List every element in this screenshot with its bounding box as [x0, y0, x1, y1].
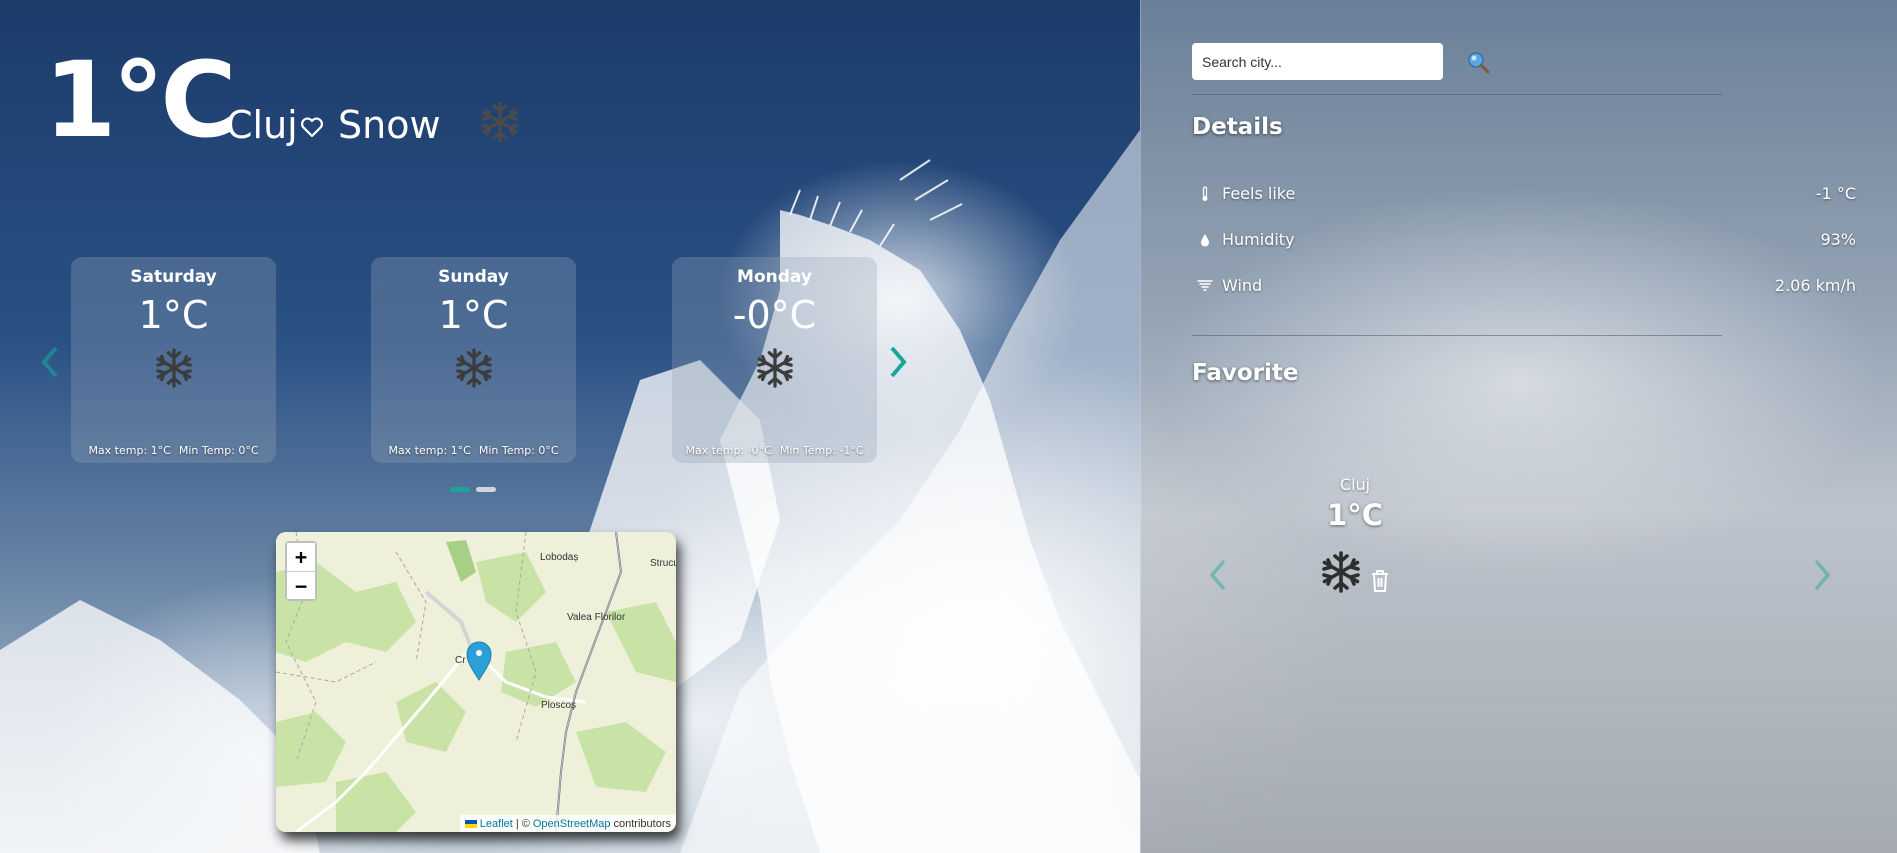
favorite-heart-icon[interactable]: [300, 116, 324, 138]
zoom-in-button[interactable]: +: [287, 543, 315, 571]
forecast-minmax: Max temp: 1°C Min Temp: 0°C: [371, 444, 576, 457]
ukraine-flag-icon: [464, 819, 477, 828]
panel-divider: [1192, 94, 1722, 95]
forecast-max-temp: Max temp: 1°C: [388, 444, 471, 457]
map-place-label: Valea Florilor: [567, 612, 626, 623]
detail-label: Wind: [1222, 276, 1263, 295]
forecast-pagination: [450, 487, 496, 492]
forecast-minmax: Max temp: 1°C Min Temp: 0°C: [71, 444, 276, 457]
forecast-day: Monday: [737, 267, 812, 287]
attribution-separator: | ©: [515, 817, 530, 830]
forecast-max-temp: Max temp: 1°C: [88, 444, 171, 457]
favorite-temp: 1°C: [1327, 498, 1383, 532]
delete-favorite-icon[interactable]: [1369, 568, 1391, 594]
search-bar: [1192, 43, 1491, 80]
zoom-out-button[interactable]: −: [287, 571, 315, 599]
map-tiles: [276, 532, 676, 832]
favorite-card[interactable]: Cluj 1°C: [1300, 475, 1410, 598]
detail-row-feels-like: Feels like -1 °C: [1196, 184, 1856, 203]
forecast-prev-button[interactable]: [36, 340, 66, 384]
map-zoom-control: + −: [285, 541, 317, 601]
current-city: Cluj: [226, 103, 298, 147]
search-input[interactable]: [1192, 43, 1443, 80]
snowflake-icon: [155, 348, 192, 388]
snowflake-icon: [1322, 551, 1361, 593]
map-place-label: Cr: [455, 655, 466, 666]
map-place-label: Ploscoș: [541, 700, 577, 711]
map-attribution: Leaflet | © OpenStreetMap contributors: [459, 815, 676, 832]
attribution-contributors: contributors: [613, 817, 671, 830]
snowflake-icon: [455, 348, 492, 388]
forecast-min-temp: Min Temp: 0°C: [478, 444, 559, 457]
forecast-day: Sunday: [438, 267, 509, 287]
current-temperature: 1°C: [44, 39, 237, 161]
forecast-temp: 1°C: [138, 293, 209, 337]
search-button[interactable]: [1465, 49, 1491, 75]
search-icon: [1468, 51, 1490, 73]
forecast-min-temp: Min Temp: -1°C: [779, 444, 864, 457]
panel-divider: [1192, 335, 1722, 336]
forecast-next-button[interactable]: [882, 340, 912, 384]
favorite-prev-button[interactable]: [1204, 555, 1234, 595]
map-marker-icon[interactable]: [466, 641, 492, 681]
current-condition: Snow: [338, 103, 441, 147]
map-place-label: Lobodaș: [540, 552, 579, 563]
detail-row-wind: Wind 2.06 km/h: [1196, 276, 1856, 295]
forecast-card: Sunday 1°C Max temp: 1°C Min Temp: 0°C: [371, 257, 576, 463]
forecast-card: Monday -0°C Max temp: -0°C Min Temp: -1°C: [672, 257, 877, 463]
forecast-minmax: Max temp: -0°C Min Temp: -1°C: [672, 444, 877, 457]
favorite-title: Favorite: [1192, 360, 1299, 386]
favorite-next-button[interactable]: [1806, 555, 1836, 595]
forecast-max-temp: Max temp: -0°C: [685, 444, 772, 457]
forecast-temp: -0°C: [732, 293, 817, 337]
forecast-min-temp: Min Temp: 0°C: [178, 444, 259, 457]
details-title: Details: [1192, 114, 1283, 140]
pagination-dot-active[interactable]: [450, 487, 470, 492]
thermometer-icon: [1196, 185, 1214, 202]
detail-value: 93%: [1820, 230, 1856, 249]
map-place-label: Strucuț: [650, 558, 676, 569]
favorite-city: Cluj: [1339, 475, 1371, 494]
pagination-dot[interactable]: [476, 487, 496, 492]
detail-value: 2.06 km/h: [1774, 276, 1856, 295]
detail-label: Humidity: [1222, 230, 1295, 249]
detail-label: Feels like: [1222, 184, 1296, 203]
droplet-icon: [1196, 233, 1214, 247]
wind-icon: [1196, 279, 1214, 293]
forecast-day: Saturday: [130, 267, 217, 287]
snowflake-icon: [756, 348, 793, 388]
detail-value: -1 °C: [1815, 184, 1856, 203]
detail-row-humidity: Humidity 93%: [1196, 230, 1856, 249]
location-map[interactable]: + − Lobodaș Strucuț Valea Florilor Cr Pl…: [276, 532, 676, 832]
forecast-temp: 1°C: [438, 293, 509, 337]
side-panel: Details Feels like -1 °C Humidity 93% Wi…: [1140, 0, 1897, 853]
leaflet-link[interactable]: Leaflet: [480, 818, 513, 830]
openstreetmap-link[interactable]: OpenStreetMap: [533, 818, 611, 830]
snowflake-icon: [481, 101, 519, 143]
forecast-card: Saturday 1°C Max temp: 1°C Min Temp: 0°C: [71, 257, 276, 463]
